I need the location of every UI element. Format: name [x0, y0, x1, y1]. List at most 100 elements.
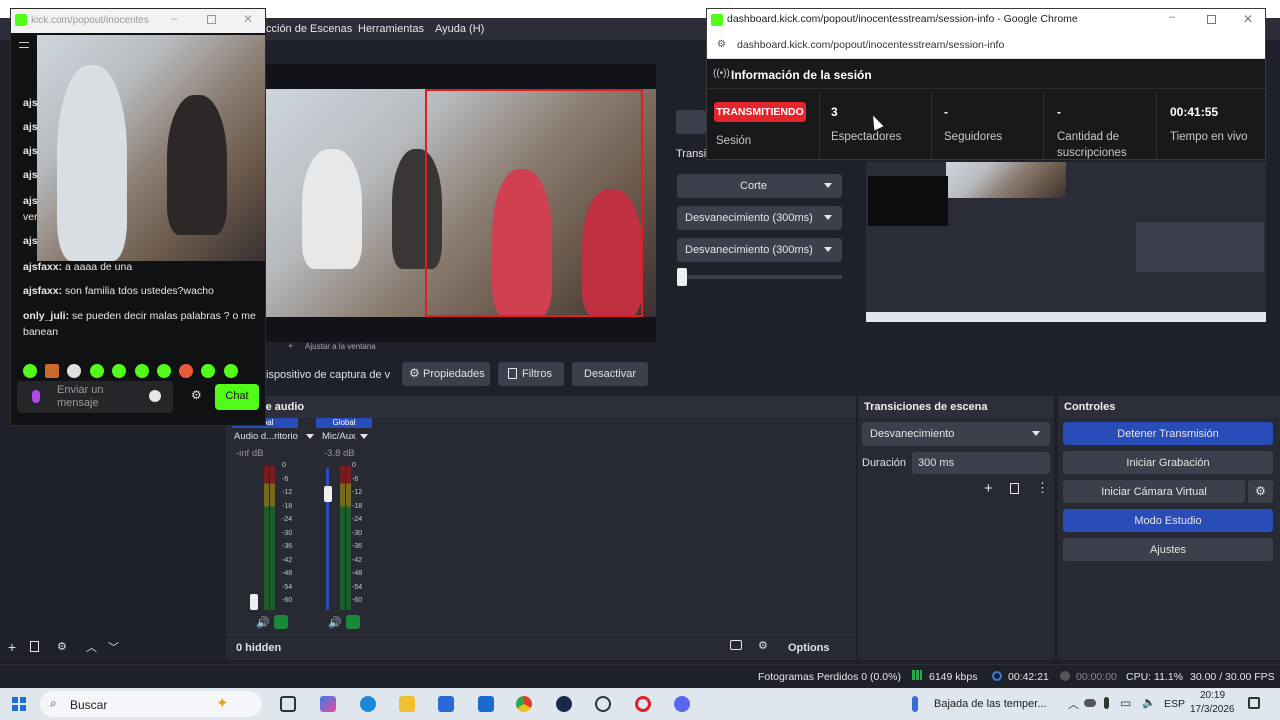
copilot-icon[interactable]: [320, 696, 336, 712]
fade-select-1[interactable]: Desvanecimiento (300ms): [677, 206, 842, 230]
headphones-icon[interactable]: [346, 615, 360, 629]
file-explorer-icon[interactable]: [399, 696, 415, 712]
emote-icon[interactable]: [23, 364, 37, 378]
menu-scene-collection[interactable]: cción de Escenas: [266, 23, 352, 35]
fit-window-label[interactable]: Ajustar a la ventana: [305, 342, 376, 351]
chevron-up-icon[interactable]: ︿: [1068, 696, 1079, 712]
settings-sliders-icon[interactable]: [17, 39, 31, 53]
chevron-down-icon[interactable]: ﹀: [108, 639, 119, 655]
clock-date[interactable]: 17/3/2026: [1190, 704, 1235, 715]
channel2-meter: [340, 466, 345, 610]
gear-icon[interactable]: ⚙: [191, 388, 202, 402]
duration-input[interactable]: 300 ms: [912, 452, 1050, 474]
emote-icon[interactable]: [112, 364, 126, 378]
channel2-fader[interactable]: [324, 486, 332, 502]
microphone-icon[interactable]: [1104, 697, 1109, 709]
cloud-icon[interactable]: [1084, 699, 1096, 707]
weather-text[interactable]: Bajada de las temper...: [934, 698, 1047, 710]
channel2-name[interactable]: Mic/Aux: [322, 431, 356, 442]
cut-button[interactable]: Corte: [677, 174, 842, 198]
microphone-icon[interactable]: [32, 390, 40, 403]
properties-button[interactable]: ⚙ Propiedades: [402, 362, 490, 386]
emoji-icon[interactable]: [149, 390, 161, 402]
emote-icon[interactable]: [179, 364, 193, 378]
db-scale-tick: -30: [352, 529, 363, 537]
headphones-icon[interactable]: [274, 615, 288, 629]
menu-tools[interactable]: Herramientas: [358, 23, 424, 35]
chat-send-button[interactable]: Chat: [215, 384, 259, 410]
speaker-icon[interactable]: 🔊: [256, 616, 270, 629]
channel1-name[interactable]: Audio d...ritorio: [234, 431, 298, 442]
maximize-icon[interactable]: [1207, 15, 1216, 24]
deactivate-button[interactable]: Desactivar: [572, 362, 648, 386]
chevron-down-icon: [824, 215, 832, 220]
add-icon[interactable]: +: [8, 639, 16, 655]
fade-select-2[interactable]: Desvanecimiento (300ms): [677, 238, 842, 262]
viewers-value: 3: [831, 105, 838, 119]
opera-icon[interactable]: [635, 696, 651, 712]
discord-icon[interactable]: [674, 696, 690, 712]
settings-button[interactable]: Ajustes: [1063, 538, 1273, 561]
menu-help[interactable]: Ayuda (H): [435, 23, 484, 35]
task-view-icon[interactable]: [280, 696, 296, 712]
keyboard-icon[interactable]: ▭: [1120, 696, 1131, 710]
more-icon[interactable]: ⋮: [1036, 480, 1049, 496]
t-bar-handle[interactable]: [677, 268, 687, 286]
transition-button-partial[interactable]: [676, 110, 706, 134]
add-icon[interactable]: +: [984, 480, 993, 497]
trash-icon[interactable]: [30, 641, 39, 652]
volume-icon[interactable]: 🔈: [1142, 696, 1156, 709]
emote-icon[interactable]: [201, 364, 215, 378]
gear-icon[interactable]: ⚙: [758, 639, 768, 652]
address-bar[interactable]: ⚙ dashboard.kick.com/popout/inocentesstr…: [707, 31, 1265, 59]
db-scale-tick: -12: [282, 489, 293, 496]
chevron-down-icon: [1032, 431, 1040, 436]
close-icon[interactable]: ✕: [243, 12, 253, 26]
gear-icon[interactable]: ⚙: [1248, 480, 1273, 503]
chevron-up-icon[interactable]: ︿: [86, 639, 97, 655]
program-preview: [262, 64, 656, 342]
transition-select[interactable]: Desvanecimiento: [862, 422, 1050, 446]
chevron-down-icon[interactable]: [360, 434, 368, 439]
options-button[interactable]: Options: [788, 642, 830, 654]
start-recording-button[interactable]: Iniciar Grabación: [1063, 451, 1273, 474]
speaker-icon[interactable]: 🔊: [328, 616, 342, 629]
stream-time: 00:42:21: [1008, 671, 1049, 683]
store-icon[interactable]: [438, 696, 454, 712]
chrome-icon[interactable]: [516, 696, 532, 712]
outlook-icon[interactable]: [478, 696, 494, 712]
channel1-fader[interactable]: [250, 594, 258, 610]
steam-icon[interactable]: [556, 696, 572, 712]
site-info-icon[interactable]: ⚙: [717, 39, 726, 50]
chevron-down-icon[interactable]: [306, 434, 314, 439]
emote-icon[interactable]: [45, 364, 59, 378]
filters-button[interactable]: Filtros: [498, 362, 564, 386]
taskbar-search[interactable]: ⌕ Buscar ✦: [40, 691, 262, 717]
virtual-camera-button[interactable]: Iniciar Cámara Virtual: [1063, 480, 1245, 503]
language-indicator[interactable]: ESP: [1164, 698, 1185, 710]
notifications-icon[interactable]: [1248, 697, 1260, 709]
windows-start-icon[interactable]: [12, 697, 26, 711]
obs-status-bar: Fotogramas Perdidos 0 (0.0%) 6149 kbps 0…: [0, 664, 1280, 688]
maximize-icon[interactable]: [207, 15, 216, 24]
emote-icon[interactable]: [224, 364, 238, 378]
emote-icon[interactable]: [157, 364, 171, 378]
trash-icon[interactable]: [1010, 483, 1019, 494]
emote-icon[interactable]: [135, 364, 149, 378]
layout-icon[interactable]: [730, 640, 742, 650]
close-icon[interactable]: ✕: [1243, 12, 1253, 26]
minimize-icon[interactable]: –: [171, 13, 177, 25]
obs-icon[interactable]: [595, 696, 611, 712]
session-stats: TRANSMITIENDO Sesión 3 Espectadores - Se…: [707, 91, 1265, 161]
studio-mode-button[interactable]: Modo Estudio: [1063, 509, 1273, 532]
stop-stream-button[interactable]: Detener Transmisión: [1063, 422, 1273, 445]
clock-time[interactable]: 20:19: [1200, 690, 1225, 701]
db-scale-tick: -54: [282, 583, 293, 591]
selected-source-outline[interactable]: [425, 89, 643, 317]
gear-icon[interactable]: ⚙: [57, 640, 67, 653]
emote-icon[interactable]: [67, 364, 81, 378]
minimize-icon[interactable]: –: [1169, 11, 1175, 23]
chat-input[interactable]: Enviar un mensaje: [17, 381, 173, 413]
edge-icon[interactable]: [360, 696, 376, 712]
emote-icon[interactable]: [90, 364, 104, 378]
